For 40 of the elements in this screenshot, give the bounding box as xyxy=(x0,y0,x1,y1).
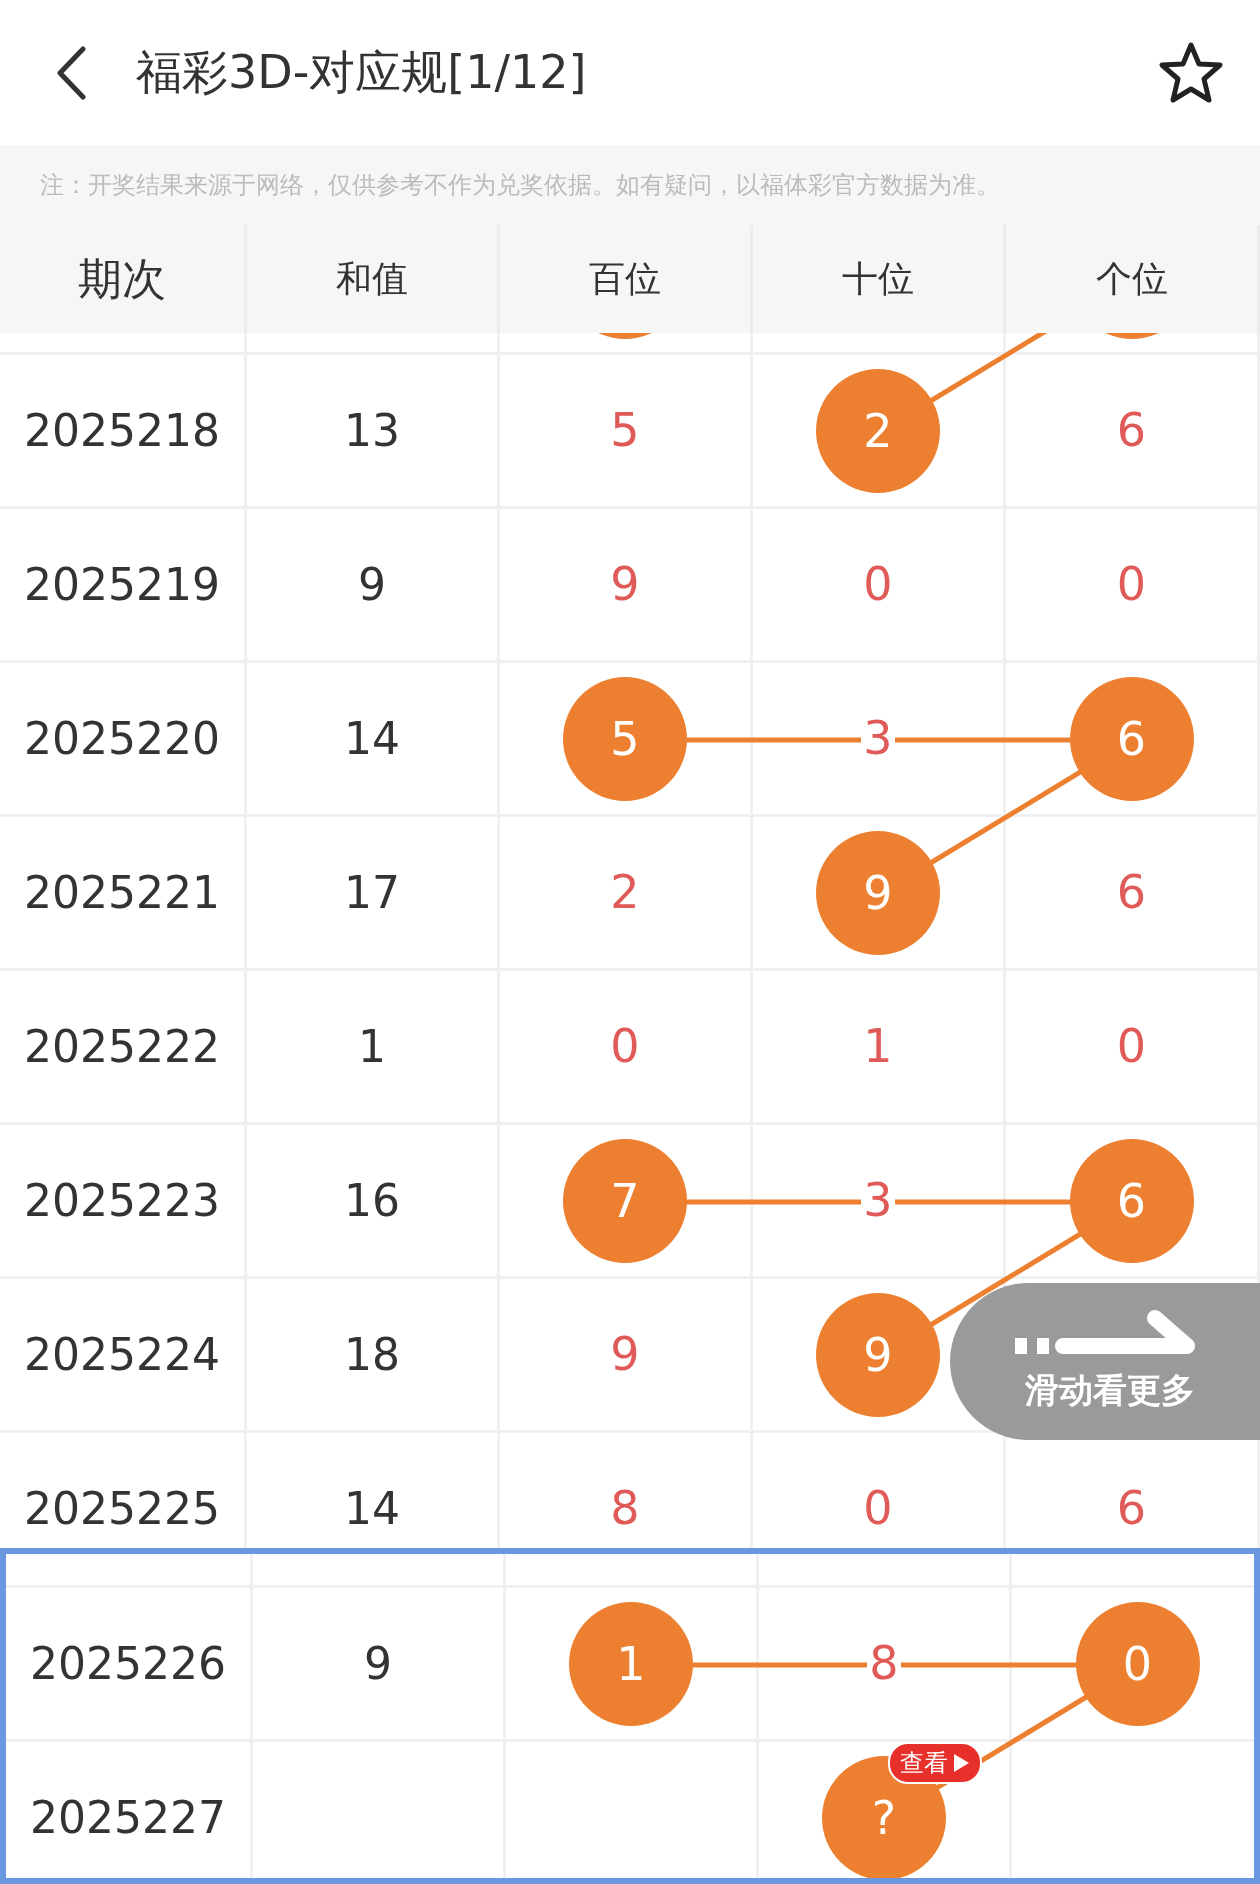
period-text: 2025220 xyxy=(24,713,220,764)
sum-text: 1 xyxy=(358,1021,386,1072)
period-text: 2025219 xyxy=(24,559,220,610)
page-title: 福彩3D-对应规[1/12] xyxy=(136,43,588,101)
number-ball: 7 xyxy=(563,1138,687,1263)
column-header: 十位 xyxy=(842,256,914,301)
number-ball: 6 xyxy=(1069,1138,1194,1263)
sum-text: 18 xyxy=(344,1329,400,1380)
period-text: 2025222 xyxy=(24,1021,220,1072)
number-ball: 5 xyxy=(563,676,687,801)
back-icon[interactable] xyxy=(56,45,86,100)
period-text: 2025218 xyxy=(24,405,220,456)
sum-text: 17 xyxy=(344,867,400,918)
period-text: 2025226 xyxy=(30,1638,226,1689)
sum-text: 13 xyxy=(344,405,400,456)
sum-text: 14 xyxy=(344,713,400,764)
sum-text: 9 xyxy=(364,1638,392,1689)
disclaimer-text: 注：开奖结果来源于网络，仅供参考不作为兑奖依据。如有疑问，以福体彩官方数据为准。 xyxy=(0,145,1260,225)
sum-text: 14 xyxy=(344,1483,400,1534)
column-header: 个位 xyxy=(1095,256,1168,301)
period-text: 2025225 xyxy=(24,1483,220,1534)
period-text: 2025224 xyxy=(24,1329,220,1380)
period-text: 2025221 xyxy=(24,867,220,918)
number-ball: 0 xyxy=(1075,1601,1200,1726)
column-header: 和值 xyxy=(336,256,408,301)
number-ball: 9 xyxy=(816,830,940,955)
view-badge[interactable]: 查看 xyxy=(888,1741,982,1784)
number-ball: 9 xyxy=(816,1292,940,1417)
column-header: 百位 xyxy=(589,256,661,301)
number-ball: 6 xyxy=(1069,676,1194,801)
play-icon xyxy=(952,1752,970,1773)
number-ball: 2 xyxy=(816,368,940,493)
column-header: 期次 xyxy=(78,251,166,306)
swipe-hint: 滑动看更多 xyxy=(950,1283,1260,1440)
sum-text: 9 xyxy=(358,559,386,610)
number-ball: 1 xyxy=(569,1601,693,1726)
star-icon[interactable] xyxy=(1158,40,1224,105)
period-text: 2025223 xyxy=(24,1175,220,1226)
period-text: 2025227 xyxy=(30,1792,226,1843)
sum-text: 16 xyxy=(344,1175,400,1226)
